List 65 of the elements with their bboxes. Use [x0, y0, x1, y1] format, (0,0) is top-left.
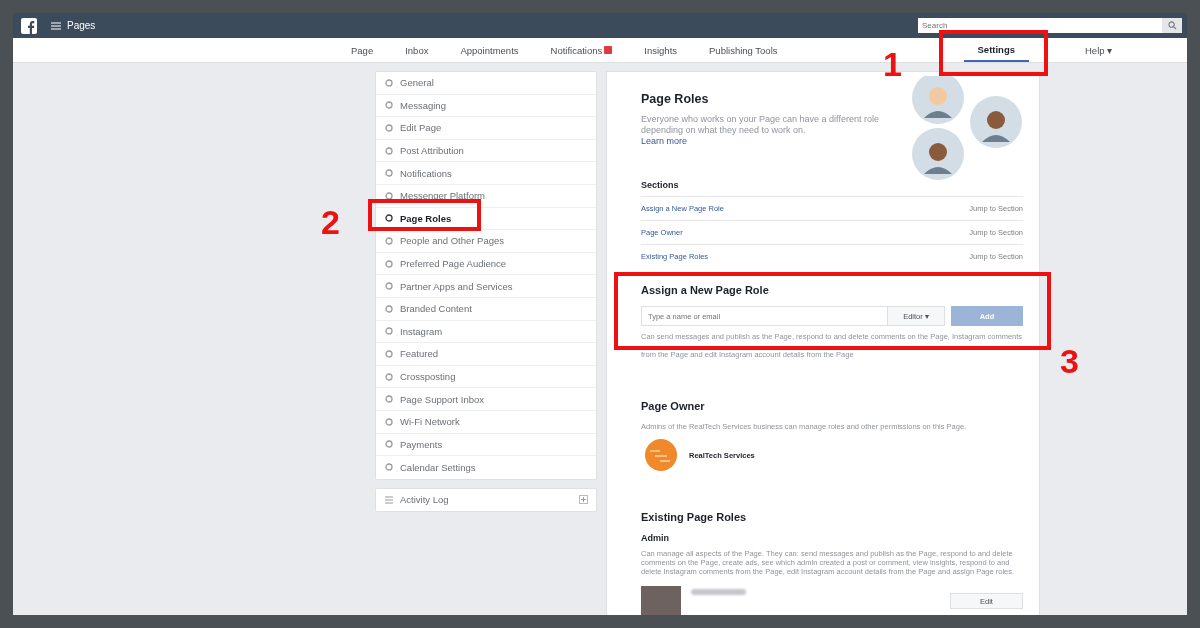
circle-icon [385, 146, 393, 155]
circle-icon [385, 259, 393, 268]
nav-tab[interactable]: Inbox [389, 38, 445, 62]
sidebar-item[interactable]: Preferred Page Audience [376, 252, 596, 276]
sidebar-item[interactable]: Wi-Fi Network [376, 410, 596, 434]
sidebar-item[interactable]: Notifications [376, 162, 596, 185]
plus-icon[interactable] [579, 495, 588, 505]
sidebar-item[interactable]: General [376, 72, 596, 95]
circle-icon [385, 282, 393, 291]
circle-icon [385, 214, 393, 223]
nav-tab[interactable]: Appointments [444, 38, 535, 62]
sidebar-item[interactable]: Branded Content [376, 297, 596, 321]
circle-icon [385, 304, 393, 313]
nav-tab[interactable]: Help ▾ [1069, 38, 1129, 62]
learn-more-link[interactable]: Learn more [641, 135, 896, 146]
circle-icon [385, 78, 393, 87]
photo-placeholder [641, 586, 681, 615]
sidebar-item[interactable]: Messaging [376, 94, 596, 118]
circle-icon [385, 463, 393, 472]
section-title: Page Owner [641, 400, 706, 412]
section-title: Assign a New Page Role [641, 284, 770, 296]
pages-label[interactable]: Pages [67, 20, 96, 31]
sidebar-item[interactable]: Edit Page [376, 117, 596, 140]
step-number: 1 [883, 47, 902, 81]
sidebar-item[interactable]: Post Attribution [376, 139, 596, 163]
circle-icon [385, 191, 393, 200]
sidebar-item[interactable]: Page Support Inbox [376, 388, 596, 411]
nav-tab[interactable]: Page [335, 38, 390, 62]
menu-icon[interactable] [51, 21, 61, 30]
description-text: Everyone who works on your Page can have a different role depending on what they need to work on. [641, 114, 880, 136]
search-icon [1167, 21, 1177, 30]
step-number: 3 [1060, 344, 1079, 378]
sections-label: Sections [641, 180, 680, 190]
circle-icon [385, 101, 393, 110]
search-button[interactable] [1162, 18, 1182, 33]
activity-log-item[interactable]: Activity Log [375, 487, 597, 512]
nav-tab[interactable]: Notifications [534, 38, 629, 62]
circle-icon [385, 169, 393, 178]
section-title: Existing Page Roles [641, 511, 748, 523]
sidebar-item[interactable]: Page Roles [376, 207, 596, 231]
blurred-name [691, 589, 746, 595]
sidebar-item[interactable]: Featured [376, 343, 596, 366]
nav-tab[interactable]: Settings [963, 38, 1029, 62]
sidebar-item[interactable]: Crossposting [376, 365, 596, 389]
sidebar-item[interactable]: Instagram [376, 320, 596, 344]
list-icon [385, 495, 393, 504]
circle-icon [385, 349, 393, 358]
circle-icon [385, 372, 393, 381]
circle-icon [385, 440, 393, 449]
nav-tab[interactable]: Publishing Tools [693, 38, 794, 62]
step-number: 2 [321, 205, 340, 239]
sidebar-item[interactable]: Messenger Platform [376, 184, 596, 208]
circle-icon [385, 395, 393, 404]
circle-icon [385, 417, 393, 426]
sidebar-item[interactable]: People and Other Pages [376, 230, 596, 253]
circle-icon [385, 327, 393, 336]
sidebar-item[interactable]: Payments [376, 433, 596, 457]
section-title: Page Roles [641, 92, 710, 106]
nav-tab[interactable]: Insights [628, 38, 694, 62]
role-title: Admin [641, 533, 670, 543]
circle-icon [385, 236, 393, 245]
sidebar-item[interactable]: Partner Apps and Services [376, 275, 596, 298]
logo-icon[interactable] [21, 17, 37, 34]
circle-icon [385, 124, 393, 132]
sidebar-item[interactable]: Calendar Settings [376, 456, 596, 479]
